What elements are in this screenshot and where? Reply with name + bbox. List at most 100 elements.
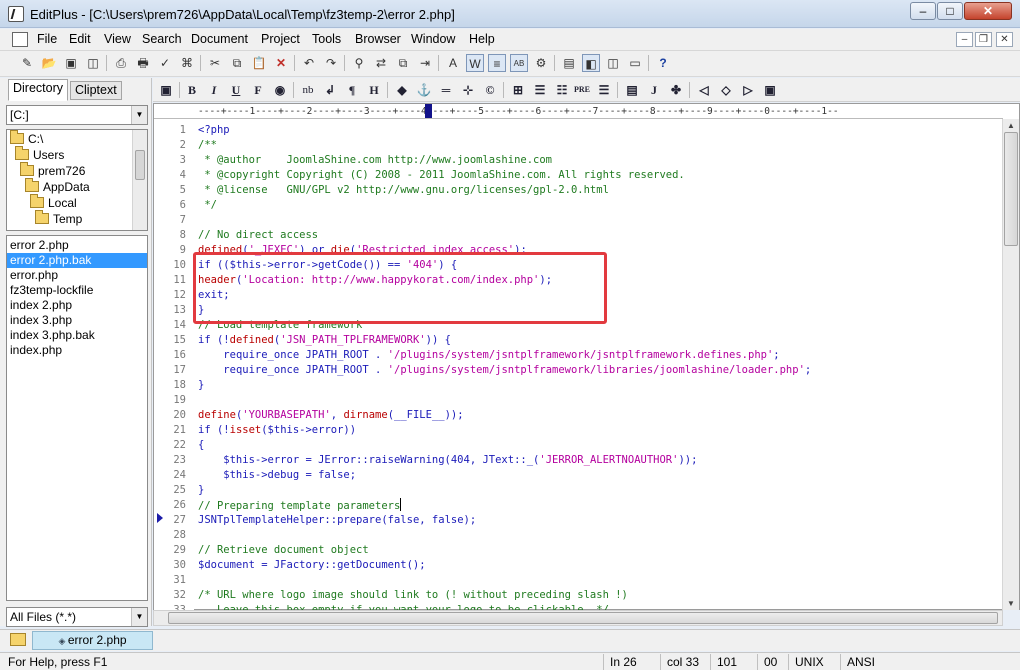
code-line[interactable]: * @author JoomlaShine.com http://www.joo… — [198, 153, 552, 168]
script-icon[interactable]: ▤ — [623, 81, 641, 99]
hr-icon[interactable]: ═ — [437, 81, 455, 99]
folder-icon[interactable] — [10, 633, 26, 646]
bold-button[interactable]: B — [183, 81, 201, 99]
menu-edit[interactable]: Edit — [69, 32, 91, 46]
help-icon[interactable]: ? — [654, 54, 672, 72]
directory-tree[interactable]: C:\ Users prem726 AppData Local Temp — [6, 129, 148, 231]
file-list[interactable]: error 2.php error 2.php.bak error.php fz… — [6, 235, 148, 601]
clip-icon[interactable]: ⌘ — [178, 54, 196, 72]
file-item-selected[interactable]: error 2.php.bak — [7, 253, 147, 268]
menu-document[interactable]: Document — [191, 32, 248, 46]
code-line[interactable]: * @copyright Copyright (C) 2008 - 2011 J… — [198, 168, 684, 183]
tab-error-2-php[interactable]: ◈ error 2.php — [32, 631, 153, 650]
scroll-down-icon[interactable]: ▼ — [1003, 597, 1019, 610]
code-area[interactable]: <?php /** * @author JoomlaShine.com http:… — [198, 120, 998, 610]
editplus-app-icon[interactable] — [8, 6, 24, 22]
italic-button[interactable]: I — [205, 81, 223, 99]
tag-select-icon[interactable]: ◇ — [717, 81, 735, 99]
new-file-icon[interactable]: ✎ — [18, 54, 36, 72]
output-window-icon[interactable]: ◫ — [604, 54, 622, 72]
color-icon[interactable]: ◉ — [271, 81, 289, 99]
open-icon[interactable]: 📂 — [40, 54, 58, 72]
menu-view[interactable]: View — [104, 32, 131, 46]
code-line[interactable]: // Retrieve document object — [198, 543, 369, 558]
horizontal-scroll-thumb[interactable] — [168, 612, 998, 624]
menu-tools[interactable]: Tools — [312, 32, 341, 46]
file-item[interactable]: error 2.php — [7, 238, 147, 253]
heading-button[interactable]: H — [365, 81, 383, 99]
mdi-minimize-button[interactable]: – — [956, 32, 973, 47]
document-icon[interactable] — [12, 32, 28, 47]
code-line[interactable]: // Preparing template parameters — [198, 498, 402, 513]
code-line[interactable]: $document = JFactory::getDocument(); — [198, 558, 426, 573]
tag-right-icon[interactable]: ▷ — [739, 81, 757, 99]
file-item[interactable]: index 3.php — [7, 313, 147, 328]
window-list-icon[interactable]: ▤ — [560, 54, 578, 72]
nbsp-button[interactable]: nb — [299, 81, 317, 99]
vertical-scroll-thumb[interactable] — [1004, 132, 1018, 246]
code-line[interactable]: <?php — [198, 123, 230, 138]
tree-scroll-thumb[interactable] — [135, 150, 145, 180]
code-line[interactable]: * @license GNU/GPL v2 http://www.gnu.org… — [198, 183, 609, 198]
file-item[interactable]: fz3temp-lockfile — [7, 283, 147, 298]
form-icon[interactable]: ☰ — [595, 81, 613, 99]
browser-preview-icon[interactable]: ▣ — [157, 81, 175, 99]
align-center-icon[interactable]: ☰ — [531, 81, 549, 99]
tree-item-users[interactable]: Users — [15, 146, 64, 163]
menu-help[interactable]: Help — [469, 32, 495, 46]
chevron-down-icon[interactable]: ▼ — [131, 106, 147, 124]
scroll-up-icon[interactable]: ▲ — [1003, 119, 1019, 132]
print-preview-icon[interactable]: ⎙ — [112, 54, 130, 72]
code-line[interactable]: */ — [198, 198, 217, 213]
file-item[interactable]: index 3.php.bak — [7, 328, 147, 343]
code-editor[interactable]: ----+----1----+----2----+----3----+----4… — [153, 103, 1020, 616]
word-wrap-icon[interactable]: W — [466, 54, 484, 72]
javascript-button[interactable]: J — [645, 81, 663, 99]
goto-icon[interactable]: ⇥ — [416, 54, 434, 72]
code-line[interactable]: if (!defined('JSN_PATH_TPLFRAMEWORK')) { — [198, 333, 451, 348]
cut-icon[interactable]: ✂ — [206, 54, 224, 72]
tab-cliptext[interactable]: Cliptext — [70, 81, 122, 100]
paragraph-icon[interactable]: ¶ — [343, 81, 361, 99]
code-line[interactable]: $this->debug = false; — [198, 468, 356, 483]
settings-icon[interactable]: ⚙ — [532, 54, 550, 72]
code-line[interactable]: Leave this box empty if you want your lo… — [198, 603, 609, 610]
chevron-down-icon[interactable]: ▼ — [131, 608, 147, 626]
line-numbers-icon[interactable]: ≡ — [488, 54, 506, 72]
code-line[interactable]: // No direct access — [198, 228, 318, 243]
print-icon[interactable]: 🖶 — [134, 54, 152, 72]
code-line[interactable]: /* URL where logo image should link to (… — [198, 588, 628, 603]
code-line[interactable]: define('YOURBASEPATH', dirname(__FILE__)… — [198, 408, 464, 423]
table-icon[interactable]: ⊞ — [509, 81, 527, 99]
vertical-scrollbar[interactable]: ▲ ▼ — [1002, 119, 1019, 610]
menu-browser[interactable]: Browser — [355, 32, 401, 46]
code-line[interactable]: JSNTplTemplateHelper::prepare(false, fal… — [198, 513, 476, 528]
comment-icon[interactable]: ⊹ — [459, 81, 477, 99]
delete-icon[interactable]: ✕ — [272, 54, 290, 72]
file-filter-select[interactable]: All Files (*.*) ▼ — [6, 607, 148, 627]
tree-item-prem726[interactable]: prem726 — [20, 162, 85, 179]
menu-project[interactable]: Project — [261, 32, 300, 46]
font-button[interactable]: F — [249, 81, 267, 99]
undo-icon[interactable]: ↶ — [300, 54, 318, 72]
file-item[interactable]: index 2.php — [7, 298, 147, 313]
tree-item-temp[interactable]: Temp — [35, 210, 82, 227]
mdi-close-button[interactable]: ✕ — [996, 32, 1013, 47]
replace-icon[interactable]: ⇄ — [372, 54, 390, 72]
pre-button[interactable]: PRE — [573, 81, 591, 99]
save-all-icon[interactable]: ◫ — [84, 54, 102, 72]
minimize-button[interactable]: – — [910, 2, 936, 20]
anchor-icon[interactable]: ⚓ — [415, 81, 433, 99]
spell-check-icon[interactable]: ✓ — [156, 54, 174, 72]
tab-directory[interactable]: Directory — [8, 79, 69, 101]
code-line[interactable]: require_once JPATH_ROOT . '/plugins/syst… — [198, 363, 811, 378]
tree-item-local[interactable]: Local — [30, 194, 77, 211]
ruler-toggle-icon[interactable]: AB — [510, 54, 528, 72]
tree-scrollbar[interactable] — [132, 130, 147, 230]
code-line[interactable]: } — [198, 483, 204, 498]
mdi-restore-button[interactable]: ❐ — [975, 32, 992, 47]
image-icon[interactable]: ✤ — [667, 81, 685, 99]
list-icon[interactable]: ☷ — [553, 81, 571, 99]
file-item[interactable]: index.php — [7, 343, 147, 358]
file-item[interactable]: error.php — [7, 268, 147, 283]
